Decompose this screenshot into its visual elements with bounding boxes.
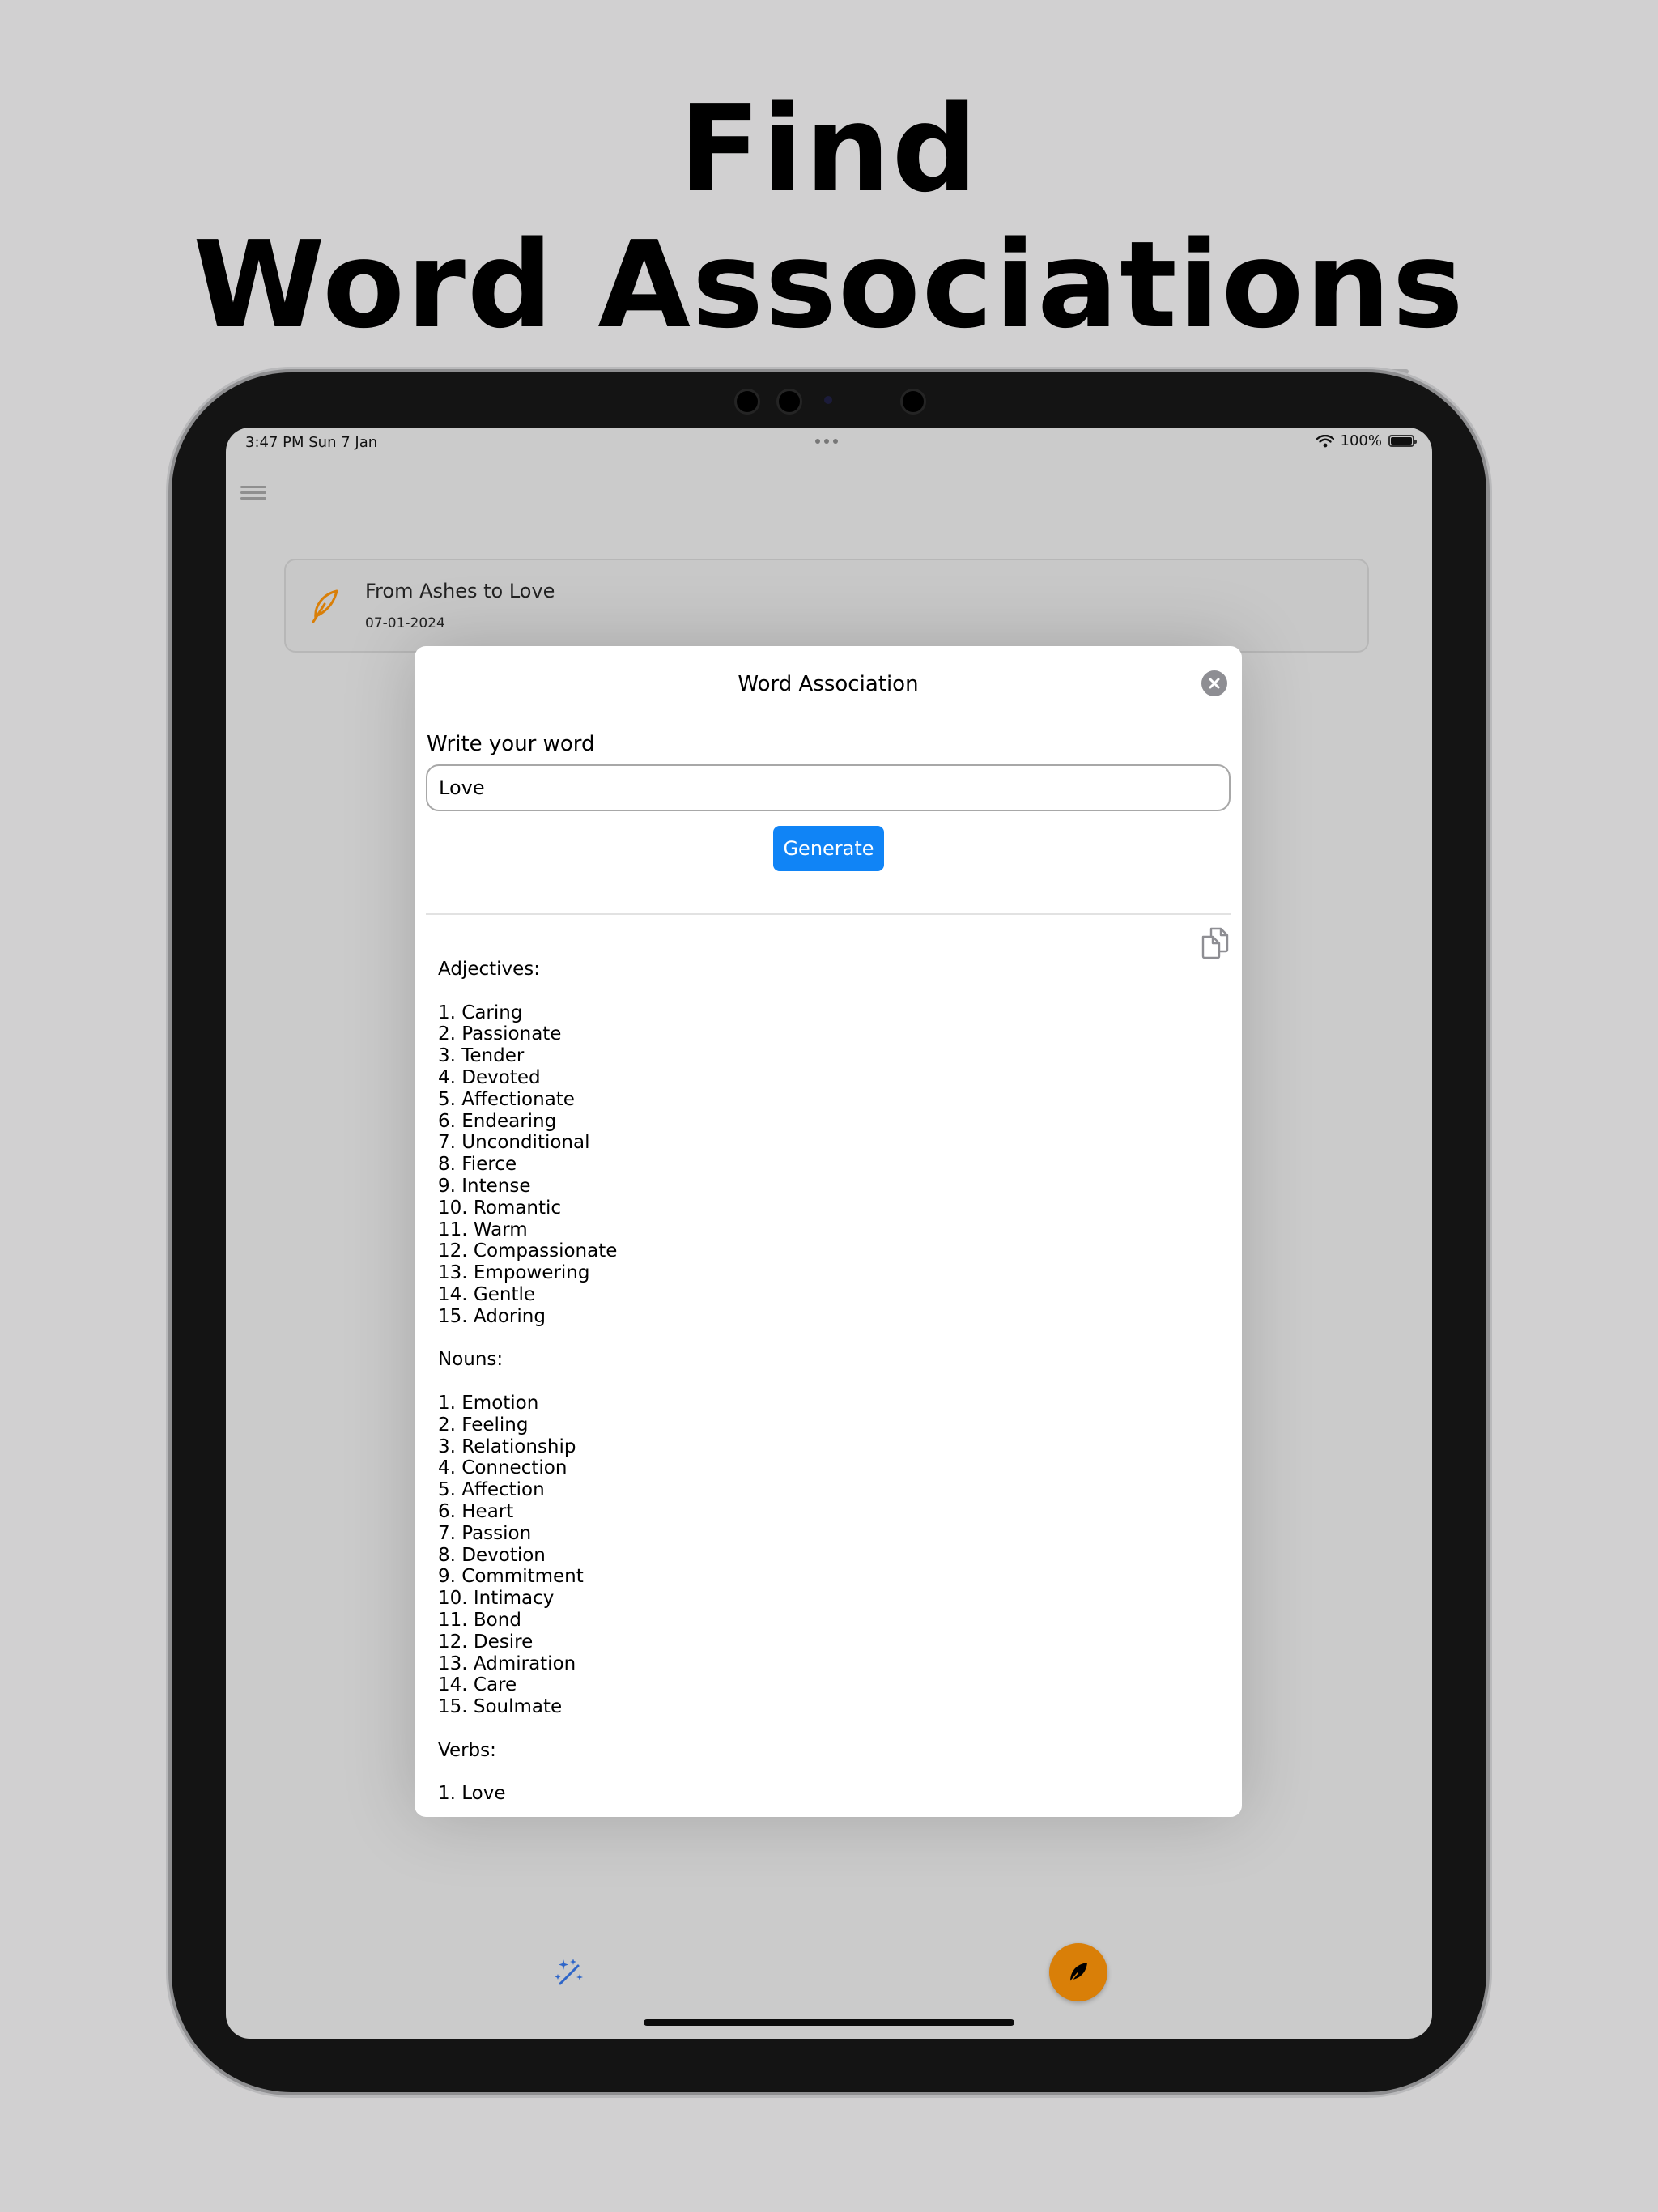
entry-title: From Ashes to Love — [365, 580, 555, 602]
entry-date: 07-01-2024 — [365, 615, 445, 632]
status-time: 3:47 PM Sun 7 Jan — [245, 434, 378, 451]
result-line: 3. Tender — [438, 1045, 525, 1067]
entry-card[interactable]: From Ashes to Love 07-01-2024 — [284, 559, 1369, 653]
result-line: 15. Soulmate — [438, 1696, 563, 1718]
result-line: 6. Heart — [438, 1500, 514, 1522]
result-line: 8. Devotion — [438, 1544, 546, 1566]
result-line: 12. Compassionate — [438, 1240, 618, 1262]
wifi-icon — [1316, 434, 1334, 447]
result-line: 13. Admiration — [438, 1653, 576, 1674]
result-line: 8. Fierce — [438, 1154, 517, 1176]
result-line: 12. Desire — [438, 1631, 534, 1653]
feather-icon — [1069, 1963, 1087, 1984]
camera-sensor — [900, 389, 926, 415]
modal-title: Word Association — [738, 672, 919, 696]
result-line: 9. Intense — [438, 1175, 531, 1197]
result-line: 14. Gentle — [438, 1283, 535, 1305]
status-right: 100% — [1316, 432, 1417, 449]
ipad-screen: 3:47 PM Sun 7 Jan 100% From Ashes to Lov… — [226, 428, 1432, 2039]
result-line: 15. Adoring — [438, 1305, 546, 1327]
result-line: 11. Bond — [438, 1609, 521, 1631]
magic-wand-icon[interactable] — [554, 1956, 586, 1989]
result-line: 1. Caring — [438, 1002, 523, 1023]
result-line: 2. Feeling — [438, 1414, 529, 1436]
result-line — [438, 981, 1167, 1002]
battery-percent: 100% — [1340, 432, 1382, 449]
result-line: 11. Warm — [438, 1219, 528, 1240]
copy-icon[interactable] — [1200, 925, 1231, 959]
hamburger-menu-icon[interactable] — [240, 486, 266, 502]
volume-down-button — [1486, 567, 1491, 617]
result-line: Adjectives: — [438, 959, 541, 980]
camera-sensor — [734, 389, 760, 415]
headline-line-1: Find — [678, 79, 980, 219]
headline: Find Word Associations — [0, 81, 1658, 353]
result-line: 10. Romantic — [438, 1197, 562, 1219]
word-association-modal: Word Association Write your word Generat… — [414, 646, 1242, 1817]
home-indicator[interactable] — [644, 2019, 1014, 2026]
result-line — [438, 1371, 1167, 1393]
camera-sensor — [776, 389, 802, 415]
headline-line-2: Word Associations — [193, 215, 1465, 355]
result-line: 7. Unconditional — [438, 1132, 590, 1154]
word-field-label: Write your word — [427, 732, 595, 756]
result-line: 9. Commitment — [438, 1566, 584, 1588]
results-text: Adjectives: 1. Caring 2. Passionate 3. Tend… — [438, 959, 1167, 1801]
result-line — [438, 1328, 1167, 1350]
result-line — [438, 1761, 1167, 1783]
result-line: 14. Care — [438, 1674, 517, 1696]
camera-lens — [824, 396, 832, 404]
result-line — [438, 1718, 1167, 1740]
device-side-button — [1486, 491, 1491, 521]
battery-icon — [1388, 435, 1417, 447]
result-line: 5. Affection — [438, 1479, 545, 1501]
feather-icon — [312, 589, 338, 623]
close-icon — [1209, 678, 1220, 689]
result-line: 4. Connection — [438, 1457, 568, 1479]
result-line: Nouns: — [438, 1349, 504, 1371]
result-line: 5. Affectionate — [438, 1088, 575, 1110]
word-input[interactable] — [426, 764, 1231, 811]
result-line: 7. Passion — [438, 1522, 532, 1544]
result-line: 1. Emotion — [438, 1392, 539, 1414]
generate-button[interactable]: Generate — [773, 826, 884, 871]
result-line: 4. Devoted — [438, 1066, 541, 1088]
result-line: 3. Relationship — [438, 1436, 576, 1457]
multitasking-dots-icon[interactable] — [815, 439, 838, 444]
result-line: 13. Empowering — [438, 1262, 590, 1284]
result-line: 6. Endearing — [438, 1110, 557, 1132]
new-entry-button[interactable] — [1049, 1943, 1107, 2001]
result-line: 1. Love — [438, 1783, 506, 1801]
divider — [426, 913, 1231, 915]
result-line: 2. Passionate — [438, 1023, 562, 1045]
result-line: Verbs: — [438, 1739, 496, 1761]
close-button[interactable] — [1201, 670, 1227, 696]
result-line: 10. Intimacy — [438, 1588, 555, 1610]
